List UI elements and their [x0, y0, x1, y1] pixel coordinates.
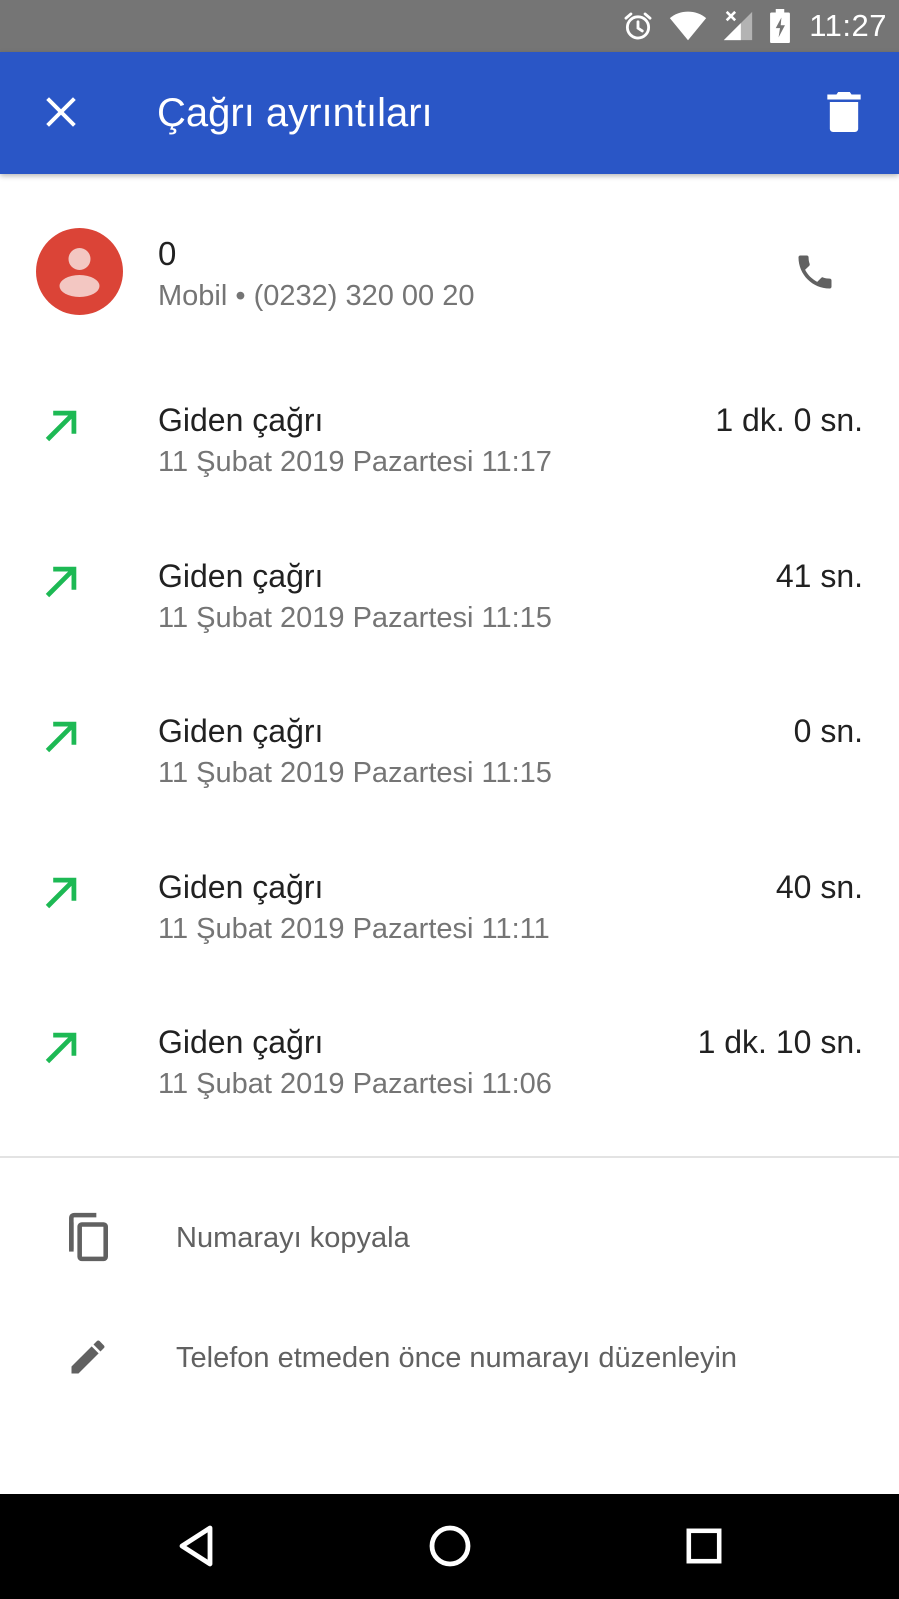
- call-date: 11 Şubat 2019 Pazartesi 11:15: [158, 757, 552, 789]
- pencil-icon: [62, 1331, 114, 1383]
- home-button[interactable]: [420, 1516, 480, 1576]
- call-type: Giden çağrı: [158, 1024, 324, 1060]
- outgoing-call-icon: [45, 1032, 77, 1064]
- call-date: 11 Şubat 2019 Pazartesi 11:15: [158, 601, 552, 634]
- recents-icon: [686, 1528, 722, 1564]
- signal-icon: [721, 9, 755, 43]
- call-history-list: Giden çağrı 11 Şubat 2019 Pazartesi 11:1…: [0, 366, 899, 1144]
- edit-number-label: Telefon etmeden önce numarayı düzenleyin: [176, 1342, 738, 1374]
- battery-charging-icon: [769, 9, 791, 43]
- person-icon: [59, 248, 100, 297]
- outgoing-call-icon: [45, 877, 77, 908]
- call-duration: 1 dk. 0 sn.: [715, 402, 863, 438]
- call-type: Giden çağrı: [158, 868, 324, 905]
- outgoing-call-icon: [45, 721, 77, 753]
- contact-number: Mobil • (0232) 320 00 20: [158, 280, 475, 312]
- navigation-bar: [0, 1494, 899, 1599]
- status-bar: 11:27: [0, 0, 899, 52]
- call-type: Giden çağrı: [158, 713, 324, 749]
- edit-number-action[interactable]: Telefon etmeden önce numarayı düzenleyin: [0, 1303, 899, 1413]
- phone-icon: [798, 255, 832, 289]
- back-button[interactable]: [166, 1516, 226, 1576]
- call-row[interactable]: Giden çağrı 11 Şubat 2019 Pazartesi 11:1…: [0, 522, 899, 678]
- outgoing-call-icon: [45, 410, 77, 442]
- recents-button[interactable]: [674, 1516, 734, 1576]
- call-row[interactable]: Giden çağrı 11 Şubat 2019 Pazartesi 11:1…: [0, 366, 899, 522]
- status-icons: 11:27: [621, 0, 887, 52]
- contact-name: 0: [158, 235, 177, 272]
- divider: [0, 1156, 899, 1158]
- copy-icon: [62, 1211, 114, 1263]
- status-time: 11:27: [809, 8, 887, 43]
- call-duration: 0 sn.: [793, 713, 863, 749]
- app-bar: Çağrı ayrıntıları: [0, 52, 899, 174]
- alarm-icon: [621, 9, 655, 43]
- trash-icon: [827, 92, 861, 132]
- call-type: Giden çağrı: [158, 402, 324, 438]
- contact-header: 0 Mobil • (0232) 320 00 20: [0, 174, 899, 364]
- call-button[interactable]: [785, 242, 845, 302]
- avatar[interactable]: [36, 228, 123, 315]
- call-duration: 41 sn.: [775, 557, 863, 594]
- outgoing-call-icon: [45, 566, 77, 597]
- copy-number-action[interactable]: Numarayı kopyala: [0, 1183, 899, 1293]
- copy-number-label: Numarayı kopyala: [176, 1222, 410, 1254]
- call-duration: 1 dk. 10 sn.: [697, 1024, 863, 1060]
- home-icon: [429, 1525, 471, 1567]
- close-icon: [46, 97, 76, 127]
- close-button[interactable]: [26, 77, 96, 147]
- call-date: 11 Şubat 2019 Pazartesi 11:11: [158, 912, 550, 945]
- call-row[interactable]: Giden çağrı 11 Şubat 2019 Pazartesi 11:1…: [0, 833, 899, 989]
- page-title: Çağrı ayrıntıları: [157, 91, 433, 135]
- call-duration: 40 sn.: [775, 868, 863, 905]
- call-date: 11 Şubat 2019 Pazartesi 11:06: [158, 1068, 552, 1100]
- call-row[interactable]: Giden çağrı 11 Şubat 2019 Pazartesi 11:0…: [0, 988, 899, 1144]
- delete-button[interactable]: [809, 77, 879, 147]
- call-row[interactable]: Giden çağrı 11 Şubat 2019 Pazartesi 11:1…: [0, 677, 899, 833]
- wifi-icon: [669, 11, 707, 41]
- call-date: 11 Şubat 2019 Pazartesi 11:17: [158, 446, 552, 478]
- back-icon: [179, 1525, 213, 1567]
- call-type: Giden çağrı: [158, 557, 324, 594]
